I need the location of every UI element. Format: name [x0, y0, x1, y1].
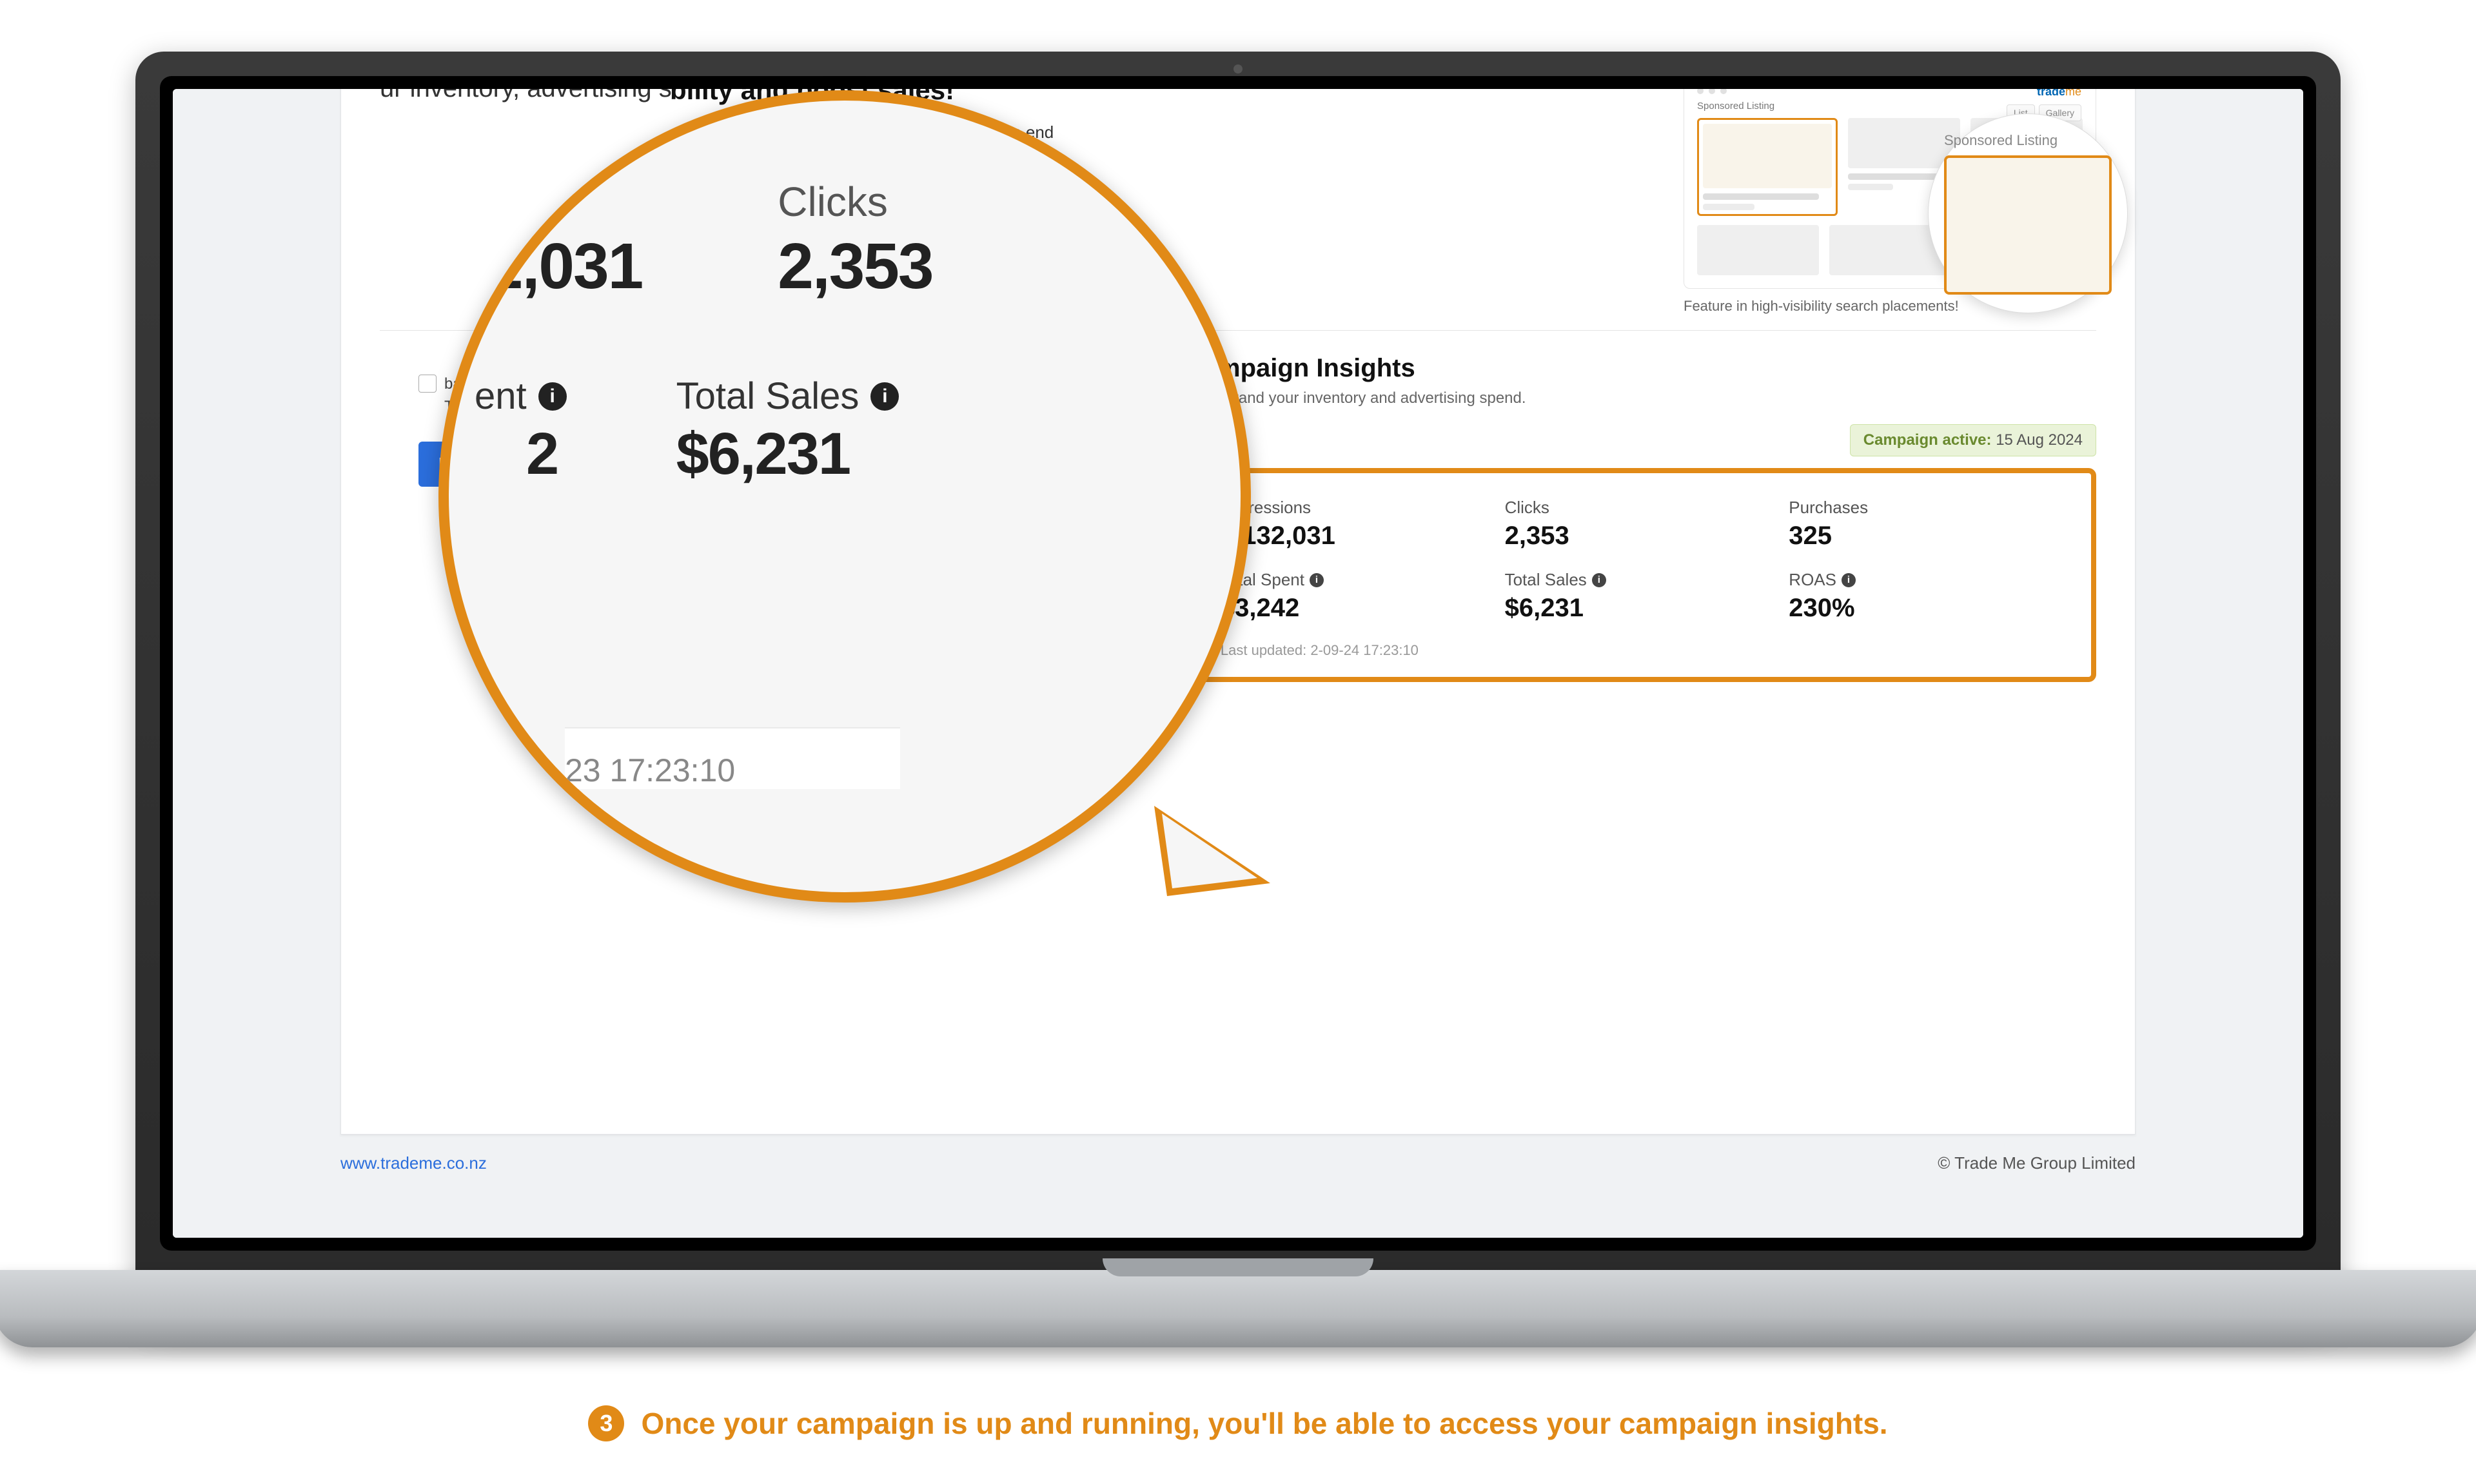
footer-copyright: © Trade Me Group Limited [1938, 1153, 2136, 1173]
sponsored-magnifier: Sponsored Listing [1928, 113, 2128, 313]
laptop-mockup: ur inventory, advertising s bility and b… [135, 52, 2341, 1328]
metric-value: 2,353 [1505, 522, 1776, 551]
mag-sales-label: Total Salesi [676, 375, 899, 418]
sponsored-magnifier-label: Sponsored Listing [1944, 132, 2112, 149]
campaign-status-date: 15 Aug 2024 [1996, 431, 2083, 449]
mag-spent-label: enti [475, 375, 567, 418]
sponsored-thumb [1697, 118, 1838, 216]
footer-url[interactable]: www.trademe.co.nz [340, 1153, 487, 1173]
metric-total-spent: Total Spenti $3,242 [1221, 570, 1492, 623]
browser-dots-icon [1697, 89, 2083, 94]
metric-label: Total Salesi [1505, 570, 1776, 590]
metric-value: $3,242 [1221, 594, 1492, 623]
campaign-insights: Campaign Insights Understand your invent… [1184, 354, 2096, 682]
trademe-logo: trademe [2037, 89, 2081, 99]
search-results-mock: trademe List Gallery Sponsored Listing [1684, 89, 2096, 289]
metric-label: ROASi [1789, 570, 2060, 590]
step-text: Once your campaign is up and running, yo… [641, 1406, 1887, 1441]
mag-impressions: ons 2,031 [487, 178, 642, 304]
step-number-badge: 3 [588, 1405, 624, 1441]
mag-sales: Total Salesi $6,231 [676, 375, 899, 488]
laptop-camera [1233, 64, 1243, 73]
magnifier-content: ons 2,031 Clicks 2,353 enti 2 Total Sale… [449, 101, 1241, 892]
metric-total-sales: Total Salesi $6,231 [1505, 570, 1776, 623]
metrics-row-1: Impressions 1,132,031 Clicks 2,353 Purch… [1221, 498, 2060, 551]
campaign-status: Campaign active: 15 Aug 2024 [1184, 424, 2096, 456]
metric-clicks: Clicks 2,353 [1505, 498, 1776, 551]
metrics-row-2: Total Spenti $3,242 Total Salesi $6,231 … [1221, 570, 2060, 623]
mag-sales-value: $6,231 [676, 420, 899, 488]
metric-label: Impressions [1221, 498, 1492, 518]
info-icon[interactable]: i [1310, 573, 1324, 587]
sponsored-magnifier-tile [1944, 155, 2112, 295]
step-caption: 3 Once your campaign is up and running, … [0, 1405, 2476, 1441]
metric-value: 1,132,031 [1221, 522, 1492, 551]
campaign-status-pill: Campaign active: 15 Aug 2024 [1850, 424, 2096, 456]
hero-illustration: trademe List Gallery Sponsored Listing [1684, 89, 2096, 315]
insights-subtitle: Understand your inventory and advertisin… [1184, 389, 2096, 407]
info-icon: i [870, 382, 899, 411]
info-icon[interactable]: i [1842, 573, 1856, 587]
insights-magnifier-overlay: ons 2,031 Clicks 2,353 enti 2 Total Sale… [438, 90, 1251, 903]
info-icon[interactable]: i [1592, 573, 1606, 587]
metric-roas: ROASi 230% [1789, 570, 2060, 623]
terms-checkbox[interactable] [418, 375, 437, 393]
metric-label: Total Spenti [1221, 570, 1492, 590]
metric-label: Purchases [1789, 498, 2060, 518]
laptop-notch [1103, 1258, 1373, 1276]
metric-value: $6,231 [1505, 594, 1776, 623]
laptop-base [0, 1270, 2476, 1347]
result-thumb [1697, 225, 1819, 275]
metric-impressions: Impressions 1,132,031 [1221, 498, 1492, 551]
mag-impressions-value: 2,031 [487, 229, 642, 304]
mag-clicks-label: Clicks [778, 178, 932, 226]
mag-clicks-value: 2,353 [778, 229, 932, 304]
metric-value: 325 [1789, 522, 2060, 551]
insights-metrics-box: Impressions 1,132,031 Clicks 2,353 Purch… [1184, 468, 2096, 682]
mag-impressions-label: ons [487, 178, 642, 226]
info-icon: i [538, 382, 567, 411]
insights-last-updated: Last updated: 2-09-24 17:23:10 [1221, 642, 2060, 659]
metric-value: 230% [1789, 594, 2060, 623]
campaign-status-label: Campaign active: [1863, 431, 1992, 449]
mag-timestamp: 23 17:23:10 [565, 727, 900, 789]
insights-title: Campaign Insights [1184, 354, 2096, 383]
metric-purchases: Purchases 325 [1789, 498, 2060, 551]
metric-label: Clicks [1505, 498, 1776, 518]
mag-spent-value: 2 [526, 420, 567, 488]
page-footer: www.trademe.co.nz © Trade Me Group Limit… [340, 1153, 2136, 1173]
mag-spent: enti 2 [475, 375, 567, 488]
mag-clicks: Clicks 2,353 [778, 178, 932, 304]
